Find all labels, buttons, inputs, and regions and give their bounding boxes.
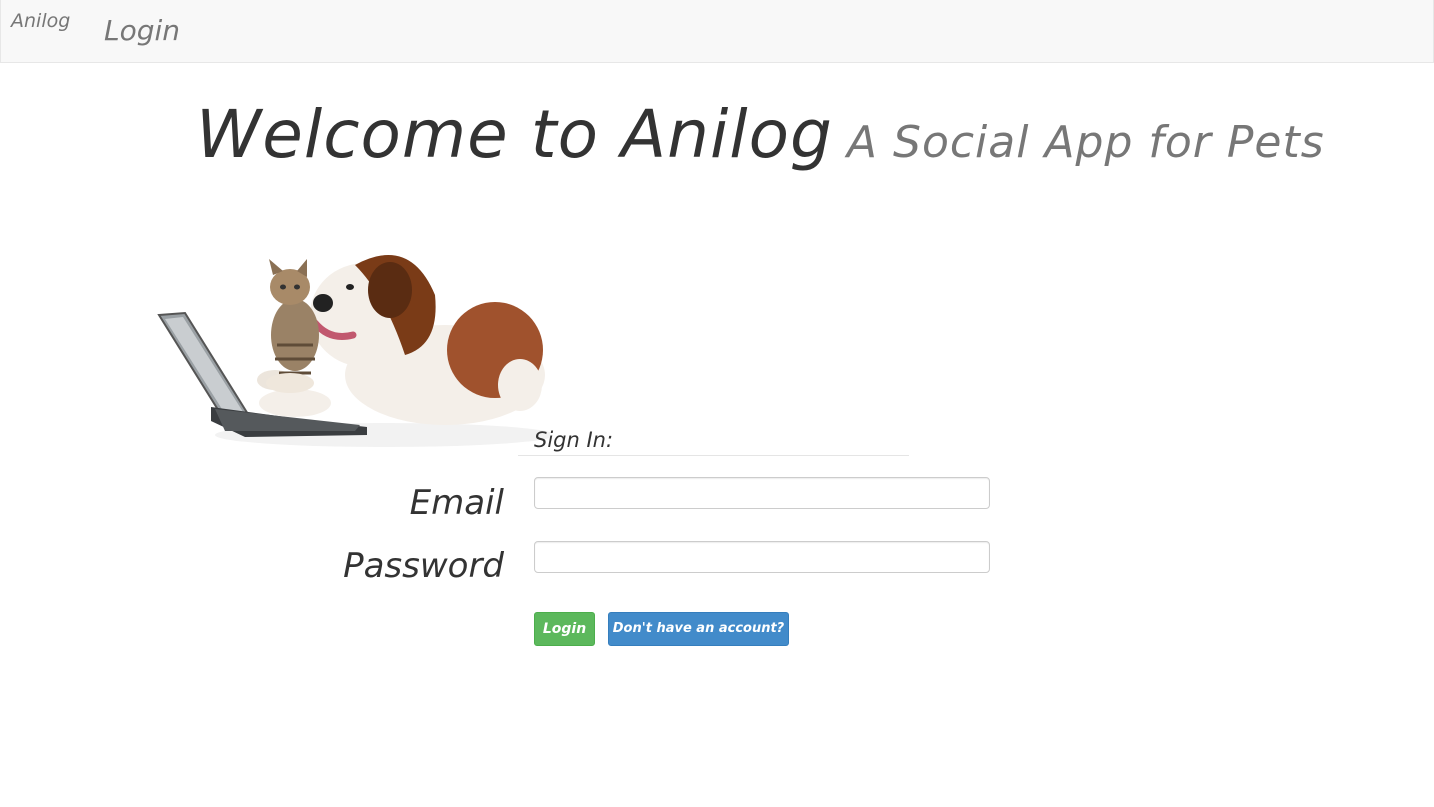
page-subtitle: A Social App for Pets [846,117,1325,168]
password-label: Password [343,546,504,586]
login-button[interactable]: Login [534,612,595,646]
dog-and-cat-with-laptop-illustration [157,255,550,447]
sign-in-heading: Sign In: [534,428,614,452]
email-field[interactable] [534,477,990,509]
signup-button[interactable]: Don't have an account? [608,612,789,646]
nav-login-link[interactable]: Login [104,14,180,47]
page-title: Welcome to Anilog [196,96,833,173]
page-header: Welcome to Anilog A Social App for Pets [196,96,1325,173]
sign-in-legend: Sign In: [518,425,909,456]
password-field[interactable] [534,541,990,573]
email-label: Email [409,483,504,523]
brand-link[interactable]: Anilog [11,10,70,32]
navbar: Anilog Login [0,0,1434,63]
